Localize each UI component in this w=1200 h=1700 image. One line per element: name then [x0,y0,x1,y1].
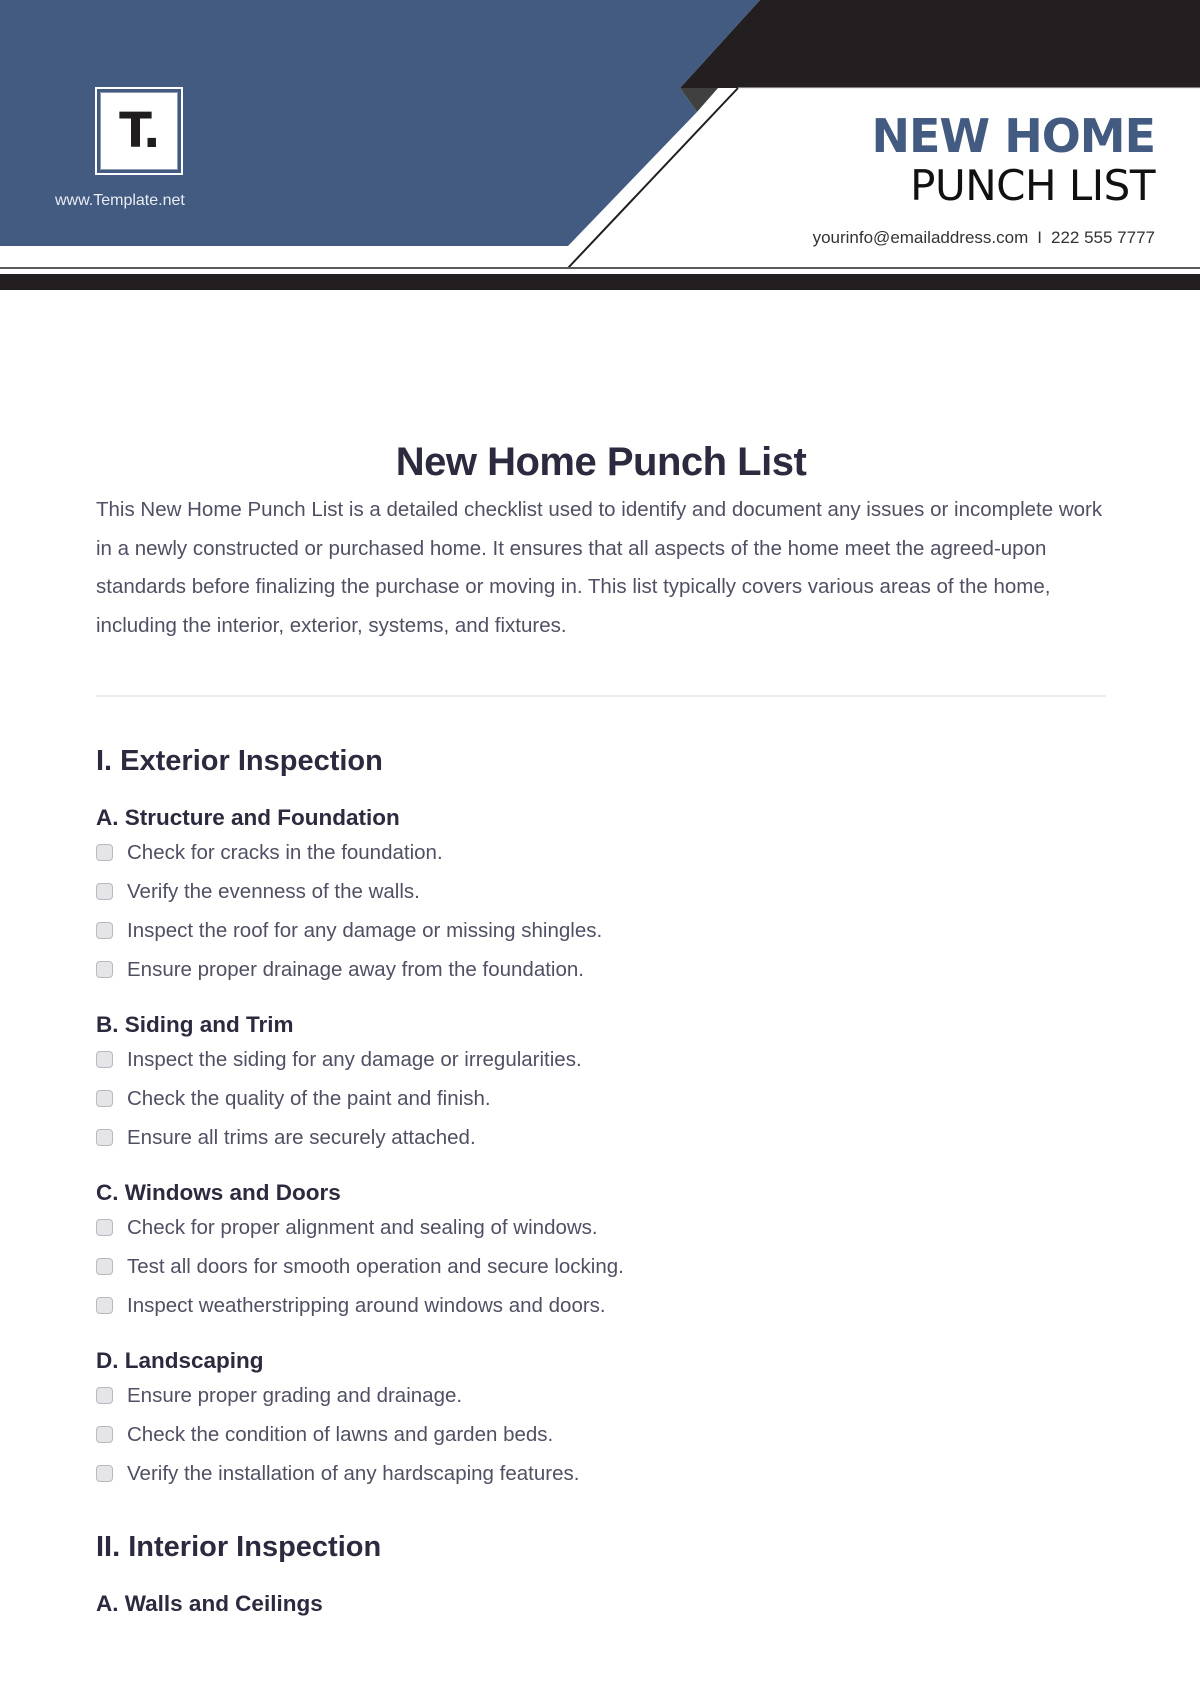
checklist-item[interactable]: Check for cracks in the foundation. [96,833,1106,872]
checklist-item-label: Inspect the siding for any damage or irr… [127,1047,582,1071]
contact-email[interactable]: yourinfo@emailaddress.com [813,228,1029,247]
checkbox[interactable] [96,1051,113,1068]
subsection-title: C. Windows and Doors [96,1180,341,1205]
checkbox[interactable] [96,1297,113,1314]
checkbox[interactable] [96,1258,113,1275]
checklist-item[interactable]: Inspect weatherstripping around windows … [96,1286,1106,1325]
subsection-title: B. Siding and Trim [96,1012,294,1037]
checklist-item[interactable]: Ensure proper drainage away from the fou… [96,950,1106,989]
intro-paragraph: This New Home Punch List is a detailed c… [96,498,1103,637]
checklist-item-label: Ensure all trims are securely attached. [127,1125,476,1149]
checklist-item[interactable]: Verify the evenness of the walls. [96,872,1106,911]
checklist-item-label: Verify the evenness of the walls. [127,879,420,903]
checklist-item-label: Check the quality of the paint and finis… [127,1086,491,1110]
checklist-item[interactable]: Check the quality of the paint and finis… [96,1079,1106,1118]
section-title: I. Exterior Inspection [96,745,383,777]
checkbox[interactable] [96,961,113,978]
checklist-item-label: Test all doors for smooth operation and … [127,1254,624,1278]
subsection-title: A. Structure and Foundation [96,805,400,830]
contact-separator: I [1037,228,1042,247]
contact-info: yourinfo@emailaddress.com I 222 555 7777 [813,228,1155,248]
subsection-landscaping: D. Landscaping Ensure proper grading and… [96,1348,1106,1493]
subsection-walls-ceilings: A. Walls and Ceilings [96,1591,1106,1617]
checkbox[interactable] [96,1426,113,1443]
checklist-item[interactable]: Ensure all trims are securely attached. [96,1118,1106,1157]
checklist-item-label: Check for cracks in the foundation. [127,840,443,864]
checklist-item-label: Check the condition of lawns and garden … [127,1422,554,1446]
checklist-item[interactable]: Check for proper alignment and sealing o… [96,1208,1106,1247]
checklist-item[interactable]: Check the condition of lawns and garden … [96,1415,1106,1454]
checkbox[interactable] [96,844,113,861]
checklist-item-label: Check for proper alignment and sealing o… [127,1215,598,1239]
section-interior-inspection: II. Interior Inspection A. Walls and Cei… [96,1531,1106,1617]
header-title-line1: NEW HOME [871,109,1156,163]
checkbox[interactable] [96,1219,113,1236]
header-dark-band [680,0,1200,88]
checkbox[interactable] [96,883,113,900]
checklist-item[interactable]: Test all doors for smooth operation and … [96,1247,1106,1286]
checkbox[interactable] [96,922,113,939]
website-link[interactable]: www.Template.net [55,192,215,210]
section-title: II. Interior Inspection [96,1531,382,1563]
contact-phone[interactable]: 222 555 7777 [1051,228,1155,247]
logo: T. [95,87,183,175]
checklist-item-label: Ensure proper drainage away from the fou… [127,957,584,981]
header-bottom-bar [0,274,1200,290]
checklist-item[interactable]: Inspect the roof for any damage or missi… [96,911,1106,950]
checklist-item[interactable]: Verify the installation of any hardscapi… [96,1454,1106,1493]
header-bottom-line [0,267,1200,269]
subsection-title: A. Walls and Ceilings [96,1591,323,1616]
header-title-line2: PUNCH LIST [910,161,1155,210]
page-title: New Home Punch List [395,440,807,484]
checklist-item-label: Verify the installation of any hardscapi… [127,1461,580,1485]
document-body: New Home Punch List This New Home Punch … [96,440,1106,1617]
checklist-item[interactable]: Ensure proper grading and drainage. [96,1376,1106,1415]
subsection-structure-foundation: A. Structure and Foundation Check for cr… [96,805,1106,989]
document-header: T. www.Template.net NEW HOME PUNCH LIST … [0,0,1200,292]
subsection-title: D. Landscaping [96,1348,264,1373]
checkbox[interactable] [96,1387,113,1404]
checklist-item[interactable]: Inspect the siding for any damage or irr… [96,1040,1106,1079]
subsection-siding-trim: B. Siding and Trim Inspect the siding fo… [96,1012,1106,1157]
checkbox[interactable] [96,1129,113,1146]
section-exterior-inspection: I. Exterior Inspection A. Structure and … [96,745,1106,1493]
header-title: NEW HOME PUNCH LIST [871,109,1156,210]
subsection-windows-doors: C. Windows and Doors Check for proper al… [96,1180,1106,1325]
checklist-item-label: Inspect weatherstripping around windows … [127,1293,606,1317]
checklist-item-label: Ensure proper grading and drainage. [127,1383,463,1407]
divider [96,695,1106,697]
checklist-item-label: Inspect the roof for any damage or missi… [127,918,603,942]
checkbox[interactable] [96,1465,113,1482]
logo-mark: T. [100,92,178,170]
checkbox[interactable] [96,1090,113,1107]
